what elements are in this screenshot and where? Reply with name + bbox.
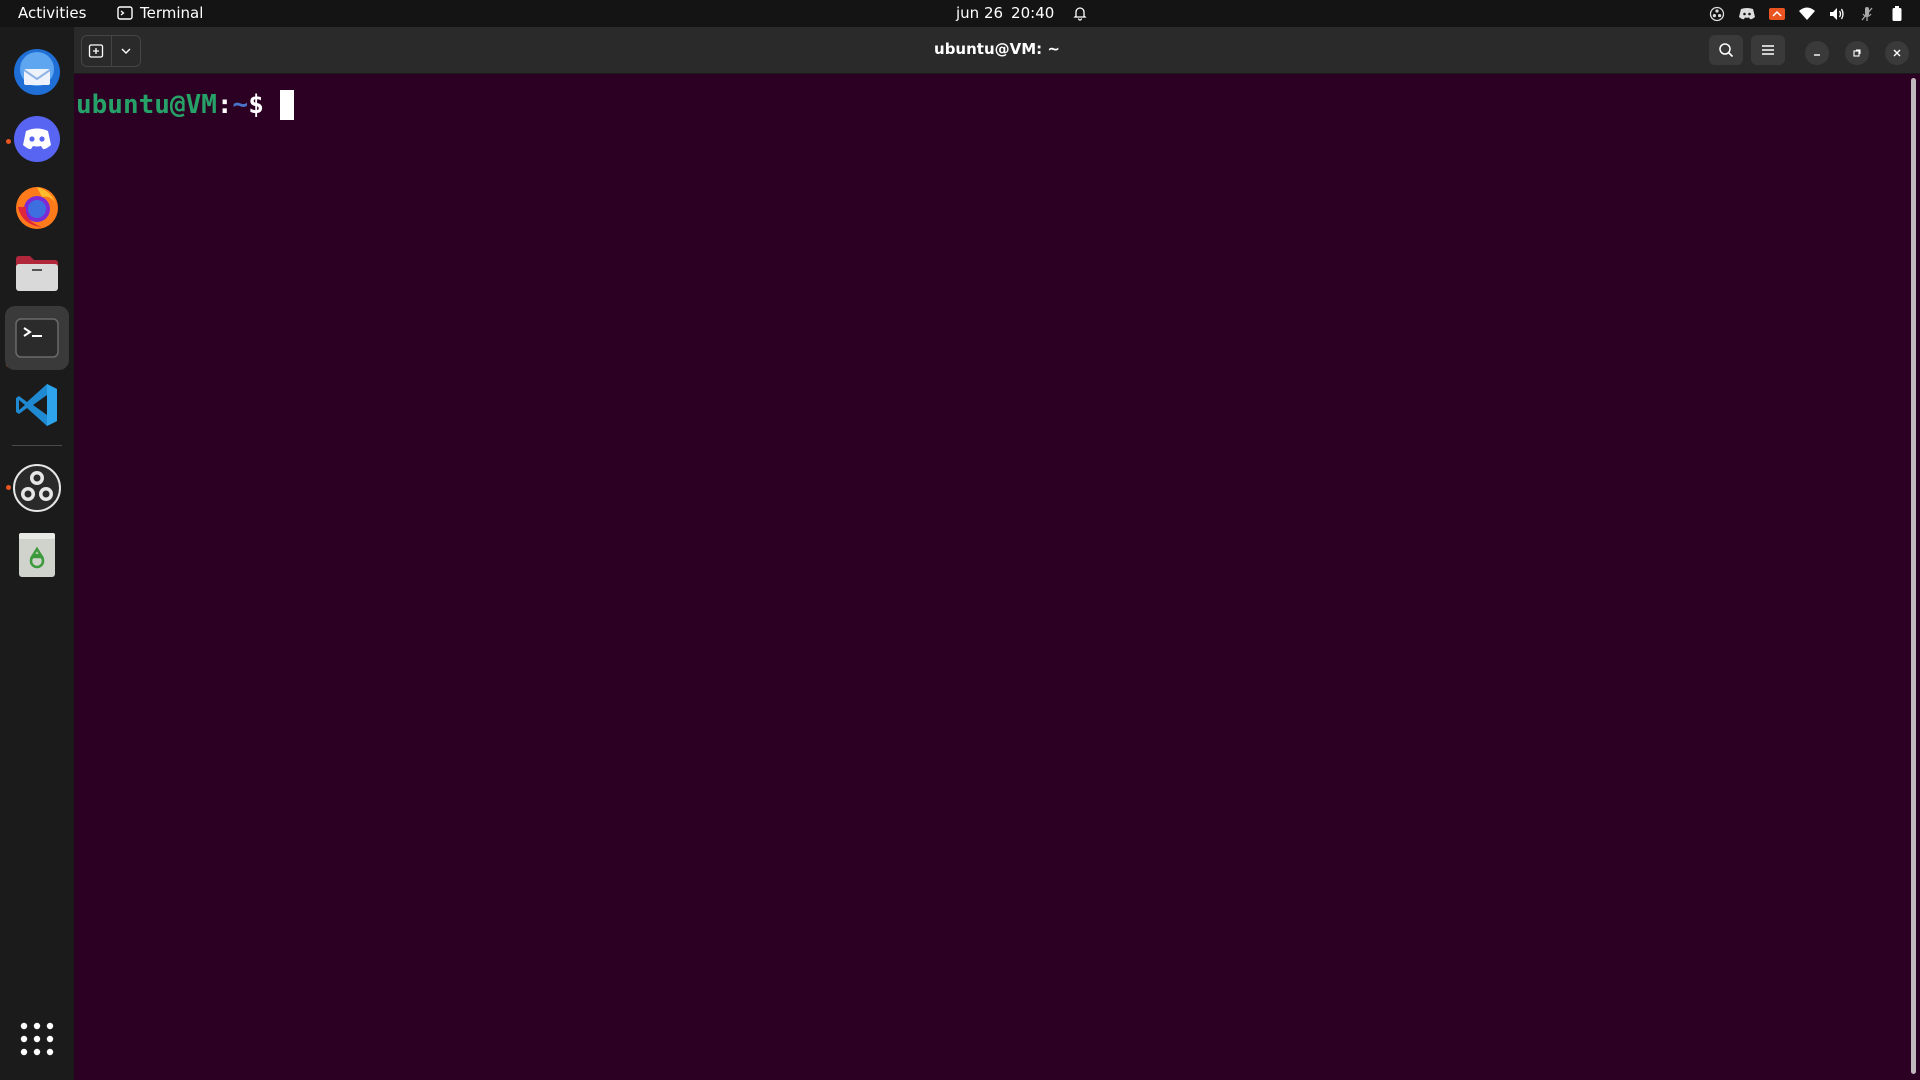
window-titlebar[interactable]: ubuntu@VM: ~ [74, 27, 1920, 74]
files-folder-icon [16, 256, 58, 291]
app-menu-label: Terminal [140, 4, 204, 22]
dock-item-discord[interactable] [5, 107, 69, 171]
prompt-user-host: ubuntu@VM [76, 90, 217, 120]
dock-item-firefox[interactable] [5, 174, 69, 238]
vscode-icon [16, 384, 57, 426]
minimize-icon [1814, 54, 1820, 56]
app-menu[interactable]: Terminal [117, 4, 203, 22]
search-button[interactable] [1709, 35, 1743, 65]
terminal-window: ubuntu@VM: ~ ubuntu@VM: ~ $ [74, 27, 1920, 1080]
obs-tray-icon[interactable] [1708, 5, 1726, 23]
close-icon [1893, 49, 1901, 57]
prompt-colon: : [216, 90, 233, 120]
firefox-icon [16, 187, 58, 229]
discord-icon [14, 116, 60, 162]
restore-icon [1853, 49, 1861, 57]
dock-item-vscode[interactable] [5, 373, 69, 437]
dock-item-terminal[interactable] [5, 306, 69, 370]
wifi-icon[interactable] [1798, 5, 1816, 23]
hamburger-menu-button[interactable] [1751, 35, 1785, 65]
microphone-muted-icon[interactable] [1858, 5, 1876, 23]
obs-studio-icon [13, 464, 61, 512]
system-tray[interactable] [1708, 0, 1906, 27]
bell-icon [1073, 7, 1087, 21]
thunderbird-icon [14, 49, 60, 95]
activities-button[interactable]: Activities [18, 4, 86, 22]
text-cursor [279, 90, 294, 120]
trash-icon [19, 533, 55, 577]
battery-icon[interactable] [1888, 5, 1906, 23]
screen-share-icon[interactable] [1768, 5, 1786, 23]
terminal-app-icon [15, 318, 59, 358]
terminal-content[interactable]: ubuntu@VM: ~ $ [74, 74, 1920, 1080]
dock [0, 27, 74, 1080]
minimize-button[interactable] [1805, 41, 1829, 65]
app-grid-icon [20, 1022, 54, 1056]
window-title: ubuntu@VM: ~ [934, 40, 1060, 58]
prompt-path: ~ [232, 90, 249, 120]
show-applications-button[interactable] [5, 1007, 69, 1071]
shell-prompt: ubuntu@VM: ~ $ [76, 90, 294, 120]
clock-date: jun 26 [956, 4, 1004, 22]
clock[interactable]: jun 26 20:40 [956, 4, 1088, 22]
dock-item-thunderbird[interactable] [5, 40, 69, 104]
search-icon [1719, 43, 1734, 58]
volume-icon[interactable] [1828, 5, 1846, 23]
dock-item-obs-studio[interactable] [5, 456, 69, 520]
terminal-icon [117, 6, 133, 20]
discord-tray-icon[interactable] [1738, 5, 1756, 23]
dock-separator [12, 445, 62, 446]
clock-time: 20:40 [1011, 4, 1055, 22]
prompt-symbol: $ [248, 90, 264, 120]
hamburger-menu-icon [1762, 45, 1774, 55]
close-button[interactable] [1885, 41, 1909, 65]
dock-item-trash[interactable] [5, 523, 69, 587]
scrollbar[interactable] [1911, 78, 1916, 1074]
top-bar: Activities Terminal jun 26 20:40 [0, 0, 1920, 27]
dock-item-files[interactable] [5, 240, 69, 304]
restore-button[interactable] [1845, 41, 1869, 65]
